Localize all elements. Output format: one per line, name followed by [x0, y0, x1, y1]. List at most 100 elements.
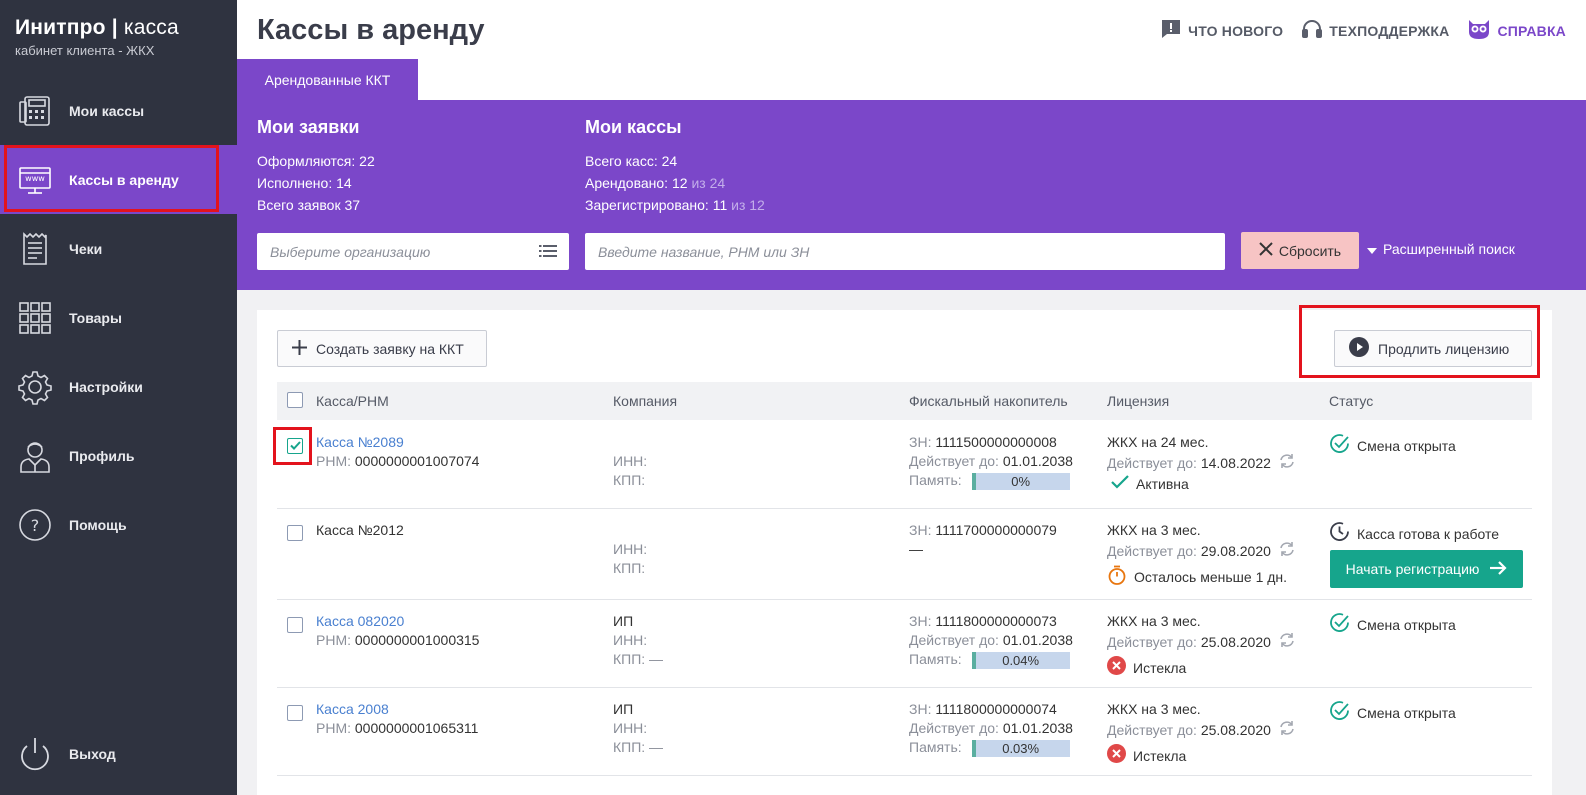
check-circle-icon: [1329, 612, 1350, 638]
status-cell: Касса готова к работе: [1329, 521, 1499, 547]
license-valid-value: 14.08.2022: [1200, 455, 1271, 471]
advanced-search-toggle[interactable]: Расширенный поиск: [1367, 241, 1515, 257]
sidebar-item-settings[interactable]: Настройки: [0, 352, 237, 421]
check-circle-icon: [1329, 433, 1350, 459]
requests-title: Мои заявки: [257, 117, 360, 137]
reset-label: Сбросить: [1278, 242, 1342, 259]
column-header-license[interactable]: Лицензия: [1107, 393, 1169, 409]
register-name-link[interactable]: Касса 2008: [316, 700, 478, 719]
status-cell: Смена открыта: [1329, 612, 1456, 638]
header-links: ЧТО НОВОГО ТЕХПОДДЕРЖКА СПРАВКА: [1160, 18, 1566, 43]
row-checkbox[interactable]: [287, 525, 303, 541]
status-text: Смена открыта: [1357, 704, 1456, 721]
fiscal-drive-cell: ЗН: 1111800000000073 Действует до: 01.01…: [909, 612, 1073, 669]
create-request-button[interactable]: Создать заявку на ККТ: [277, 330, 487, 367]
license-state: Активна: [1136, 476, 1189, 492]
stats-value: 37: [344, 197, 361, 213]
table-header: Касса/РНМ Компания Фискальный накопитель…: [277, 382, 1532, 420]
organization-select[interactable]: Выберите организацию: [257, 233, 569, 270]
start-registration-button[interactable]: Начать регистрацию: [1330, 550, 1523, 588]
plus-icon: [292, 339, 307, 358]
clock-icon: [1329, 521, 1350, 547]
refresh-icon[interactable]: [1278, 631, 1296, 654]
help-reference-link[interactable]: СПРАВКА: [1467, 18, 1566, 43]
gear-icon: [16, 368, 54, 406]
stats-line: Всего касс: 24: [585, 150, 765, 172]
sidebar-item-receipts[interactable]: Чеки: [0, 214, 237, 283]
registers-card: Создать заявку на ККТ Продлить лицензию …: [257, 310, 1552, 795]
valid-label: Действует до:: [909, 632, 999, 648]
refresh-icon[interactable]: [1278, 719, 1296, 742]
requests-stats: Мои заявки Оформляются: 22 Исполнено: 14…: [257, 117, 375, 216]
zn-value: 1111500000000008: [935, 434, 1057, 450]
refresh-icon[interactable]: [1278, 452, 1296, 475]
grid-icon: [16, 299, 54, 337]
fiscal-drive-cell: ЗН: 1111800000000074 Действует до: 01.01…: [909, 700, 1073, 757]
stats-line: Арендовано: 12 из 24: [585, 172, 765, 194]
license-valid-label: Действует до:: [1107, 634, 1197, 650]
rnm-value: 0000000001007074: [354, 453, 480, 469]
tab-rented-kkt[interactable]: Арендованные ККТ: [237, 59, 418, 100]
valid-value: 01.01.2038: [1002, 720, 1073, 736]
valid-value: 01.01.2038: [1002, 632, 1073, 648]
extend-license-button[interactable]: Продлить лицензию: [1334, 330, 1532, 367]
zn-value: 1111800000000073: [935, 613, 1057, 629]
refresh-icon[interactable]: [1278, 540, 1296, 563]
stats-line: Исполнено: 14: [257, 172, 375, 194]
stats-value: 11: [712, 197, 728, 213]
row-checkbox[interactable]: [287, 438, 303, 454]
error-icon: [1107, 656, 1126, 680]
stats-line: Оформляются: 22: [257, 150, 375, 172]
www-monitor-icon: www: [16, 161, 54, 199]
check-icon: [1111, 475, 1129, 494]
reset-button[interactable]: Сбросить: [1241, 232, 1359, 269]
row-checkbox[interactable]: [287, 617, 303, 633]
stopwatch-icon: [1107, 565, 1127, 590]
register-name-link[interactable]: Касса №2089: [316, 433, 479, 452]
receipt-icon: [16, 230, 54, 268]
support-link[interactable]: ТЕХПОДДЕРЖКА: [1301, 18, 1449, 43]
valid-value: 01.01.2038: [1002, 453, 1073, 469]
extend-license-label: Продлить лицензию: [1378, 340, 1510, 357]
column-header-fiscal-drive[interactable]: Фискальный накопитель: [909, 393, 1068, 409]
zn-label: ЗН:: [909, 434, 932, 450]
stats-label: Зарегистрировано:: [585, 197, 709, 213]
license-name: ЖКХ на 3 мес.: [1107, 522, 1201, 538]
kpp-label: КПП:: [613, 472, 646, 488]
rnm-value: 0000000001065311: [354, 720, 479, 736]
zn-value: 1111800000000074: [935, 701, 1057, 717]
company-cell: ИП ИНН: КПП: —: [613, 612, 663, 669]
sidebar-item-products[interactable]: Товары: [0, 283, 237, 352]
registers-title: Мои кассы: [585, 117, 682, 137]
license-valid-label: Действует до:: [1107, 455, 1197, 471]
sidebar-item-rent-registers[interactable]: www Кассы в аренду: [0, 145, 237, 214]
register-cell: Касса №2012: [316, 521, 404, 540]
kpp-label: КПП: —: [613, 651, 664, 667]
stats-label: Исполнено:: [257, 175, 333, 191]
column-header-register[interactable]: Касса/РНМ: [316, 393, 389, 409]
support-label: ТЕХПОДДЕРЖКА: [1329, 22, 1450, 39]
company-name: [613, 433, 647, 452]
select-all-checkbox[interactable]: [287, 392, 303, 408]
search-input[interactable]: [585, 233, 1225, 270]
company-cell: ИНН: КПП:: [613, 433, 647, 490]
column-header-company[interactable]: Компания: [613, 393, 677, 409]
sidebar-item-profile[interactable]: Профиль: [0, 421, 237, 490]
checkmark-icon: [289, 437, 301, 455]
license-state: Осталось меньше 1 дн.: [1134, 569, 1288, 585]
register-name-link[interactable]: Касса 082020: [316, 612, 479, 631]
error-icon: [1107, 744, 1126, 768]
cash-register-icon: [16, 92, 54, 130]
inn-label: ИНН:: [613, 541, 648, 557]
column-header-status[interactable]: Статус: [1329, 393, 1373, 409]
whats-new-link[interactable]: ЧТО НОВОГО: [1160, 18, 1283, 43]
sidebar-item-logout[interactable]: Выход: [0, 719, 237, 788]
sidebar-item-my-registers[interactable]: Мои кассы: [0, 76, 237, 145]
license-state: Истекла: [1133, 659, 1187, 676]
sidebar-item-help[interactable]: ? Помощь: [0, 490, 237, 559]
memory-label: Память:: [909, 472, 962, 488]
table-row: Касса №2089 РНМ: 0000000001007074 ИНН: К…: [277, 420, 1532, 509]
row-checkbox[interactable]: [287, 705, 303, 721]
valid-value: —: [909, 541, 923, 557]
brand-title: Инитпро | касса: [15, 16, 179, 39]
